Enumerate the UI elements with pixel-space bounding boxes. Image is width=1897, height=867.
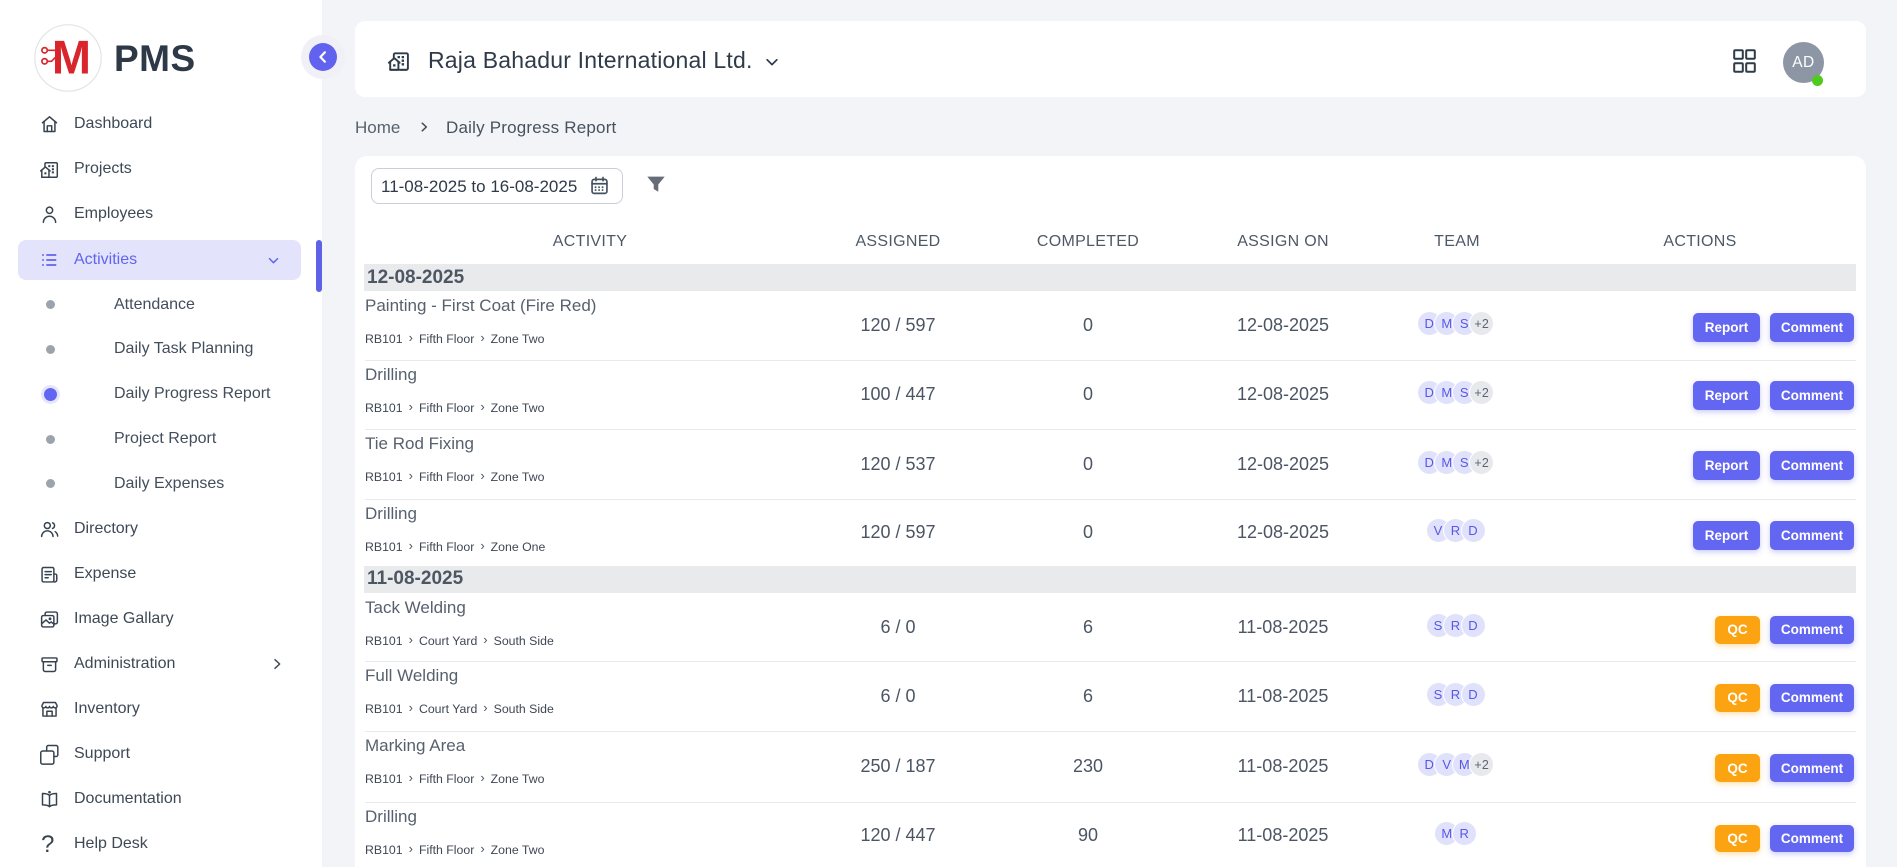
svg-text:M: M bbox=[52, 31, 91, 84]
